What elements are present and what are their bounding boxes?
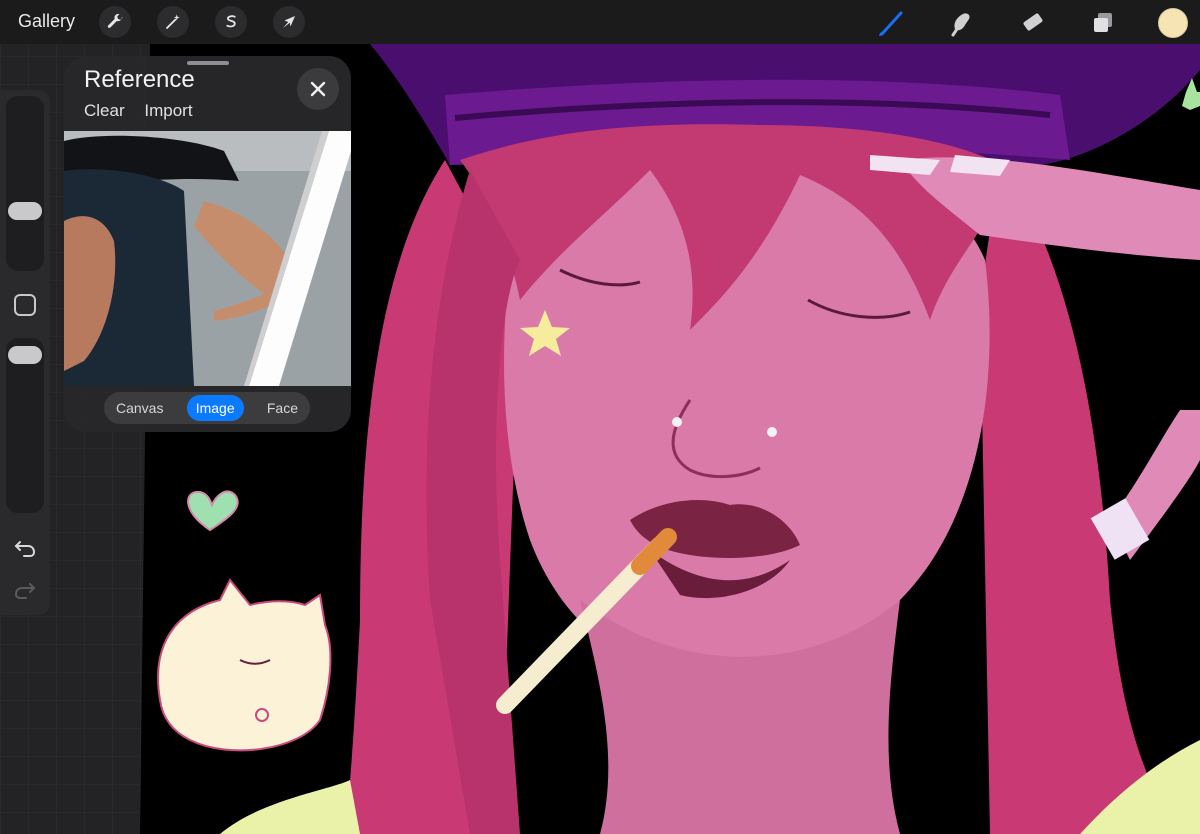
import-button[interactable]: Import	[144, 101, 192, 120]
brush-button[interactable]	[874, 6, 908, 40]
eraser-icon	[1023, 13, 1043, 31]
modify-button[interactable]	[14, 294, 36, 316]
reference-title: Reference	[84, 66, 195, 93]
clear-button[interactable]: Clear	[84, 101, 125, 120]
layers-button[interactable]	[1086, 6, 1120, 40]
color-picker-button[interactable]	[1158, 8, 1188, 38]
mode-face[interactable]: Face	[258, 395, 307, 421]
redo-icon	[14, 583, 36, 599]
selection-button[interactable]	[215, 6, 247, 38]
brush-icon	[879, 11, 903, 36]
reference-mode-selector[interactable]: Canvas Image Face	[104, 392, 310, 424]
brush-opacity-handle[interactable]	[8, 346, 42, 364]
undo-button[interactable]	[12, 536, 38, 560]
actions-wrench-button[interactable]	[99, 6, 131, 38]
eraser-button[interactable]	[1015, 6, 1049, 40]
close-icon	[310, 81, 326, 97]
mode-canvas[interactable]: Canvas	[107, 395, 172, 421]
left-sidebar	[0, 90, 50, 615]
layers-icon	[1094, 13, 1112, 32]
top-toolbar: Gallery	[0, 0, 1200, 44]
smudge-button[interactable]	[944, 6, 978, 40]
brush-opacity-slider[interactable]	[6, 338, 44, 513]
redo-button[interactable]	[12, 578, 38, 602]
magic-wand-icon	[166, 14, 180, 29]
adjustments-button[interactable]	[157, 6, 189, 38]
transform-arrow-icon	[283, 16, 295, 28]
brush-size-handle[interactable]	[8, 202, 42, 220]
reference-actions: Clear Import	[84, 101, 208, 121]
reference-panel[interactable]: Reference Clear Import Canvas Image Face	[64, 56, 351, 432]
mode-image[interactable]: Image	[186, 395, 244, 421]
panel-grab-handle[interactable]	[187, 61, 229, 65]
smudge-icon	[951, 13, 970, 37]
close-reference-button[interactable]	[297, 68, 339, 110]
wrench-icon	[107, 13, 123, 28]
transform-button[interactable]	[273, 6, 305, 38]
brush-size-slider[interactable]	[6, 96, 44, 271]
gallery-button[interactable]: Gallery	[18, 11, 75, 32]
undo-icon	[14, 541, 36, 557]
selection-icon	[226, 15, 236, 28]
reference-image[interactable]	[64, 131, 351, 386]
